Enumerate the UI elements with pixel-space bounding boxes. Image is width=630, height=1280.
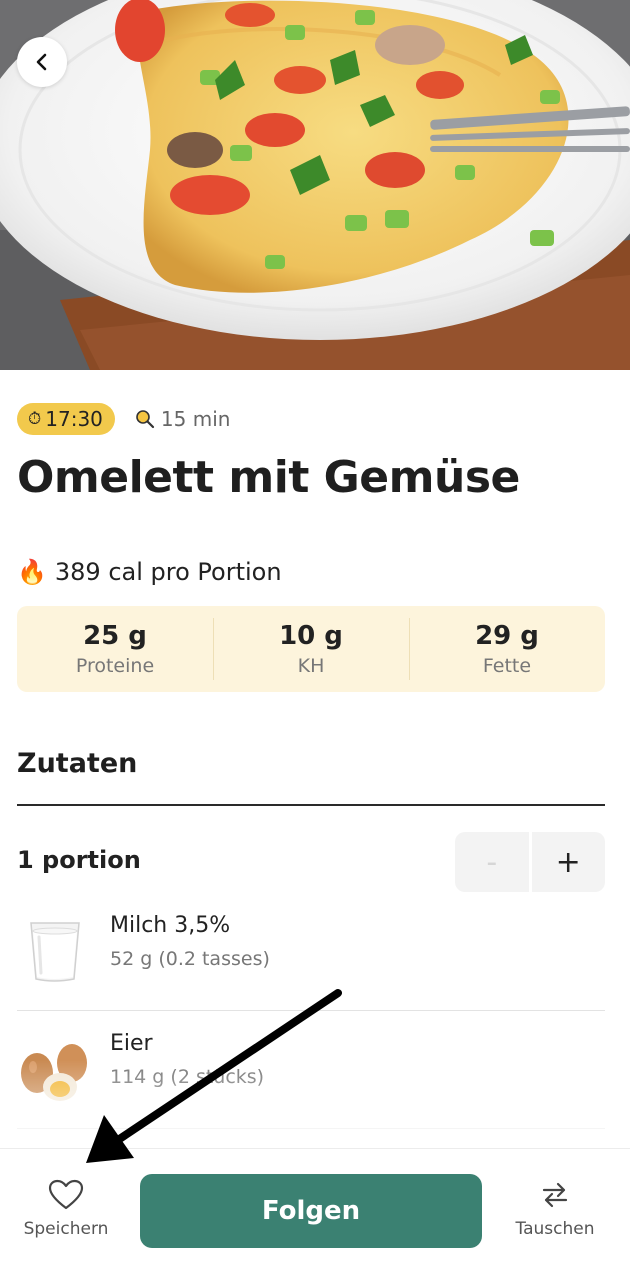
macro-value: 10 g [279, 621, 343, 651]
macro-protein: 25 g Proteine [17, 606, 213, 692]
bottom-action-bar: Speichern Folgen Tauschen [0, 1148, 630, 1280]
back-button[interactable] [17, 37, 67, 87]
macro-fat: 29 g Fette [409, 606, 605, 692]
stopwatch-icon: ⏱ [28, 409, 42, 429]
recipe-title: Omelett mit Gemüse [17, 452, 520, 503]
meal-time-label: 17:30 [45, 407, 103, 431]
save-label: Speichern [23, 1219, 109, 1239]
macro-value: 29 g [475, 621, 539, 651]
macro-label: KH [297, 655, 325, 677]
macros-panel: 25 g Proteine 10 g KH 29 g Fette [17, 606, 605, 692]
macro-value: 25 g [83, 621, 147, 651]
milk-glass-icon [30, 922, 80, 982]
calories-label: 389 cal pro Portion [54, 558, 282, 586]
calories-row: 🔥 389 cal pro Portion [17, 558, 282, 586]
follow-button[interactable]: Folgen [140, 1174, 482, 1248]
ingredient-amount: 114 g (2 stücks) [110, 1066, 265, 1088]
swap-button[interactable]: Tauschen [500, 1179, 610, 1239]
ingredient-name: Milch 3,5% [110, 913, 231, 938]
increase-portion-button[interactable]: + [531, 832, 605, 892]
macro-label: Fette [482, 655, 532, 677]
frying-pan-icon [136, 410, 155, 429]
chevron-left-icon [36, 53, 47, 71]
ingredient-name: Eier [110, 1031, 153, 1056]
meal-time-badge: ⏱ 17:30 [17, 403, 115, 435]
duration-label: 15 min [160, 407, 231, 431]
ingredient-amount: 52 g (0.2 tasses) [110, 948, 270, 970]
macro-carbs: 10 g KH [213, 606, 409, 692]
swap-arrows-icon [542, 1182, 568, 1208]
eggs-icon [21, 1044, 87, 1101]
cooking-duration: 15 min [135, 407, 231, 431]
ingredient-item-eggs[interactable]: Eier 114 g (2 stücks) [17, 1011, 605, 1129]
ingredient-item-milk[interactable]: Milch 3,5% 52 g (0.2 tasses) [17, 893, 605, 1011]
save-button[interactable]: Speichern [11, 1179, 121, 1239]
recipe-hero-image [0, 0, 630, 370]
flame-icon: 🔥 [17, 558, 47, 586]
heart-icon [48, 1179, 84, 1210]
swap-label: Tauschen [515, 1219, 595, 1239]
omelette-photo [0, 0, 630, 370]
recipe-meta-row: ⏱ 17:30 15 min [17, 403, 230, 435]
decrease-portion-button[interactable]: - [455, 832, 529, 892]
section-divider [17, 804, 605, 806]
ingredients-heading: Zutaten [17, 748, 138, 779]
macro-label: Proteine [75, 655, 155, 677]
portion-stepper: - + [455, 832, 605, 892]
portion-label: 1 portion [17, 846, 141, 874]
